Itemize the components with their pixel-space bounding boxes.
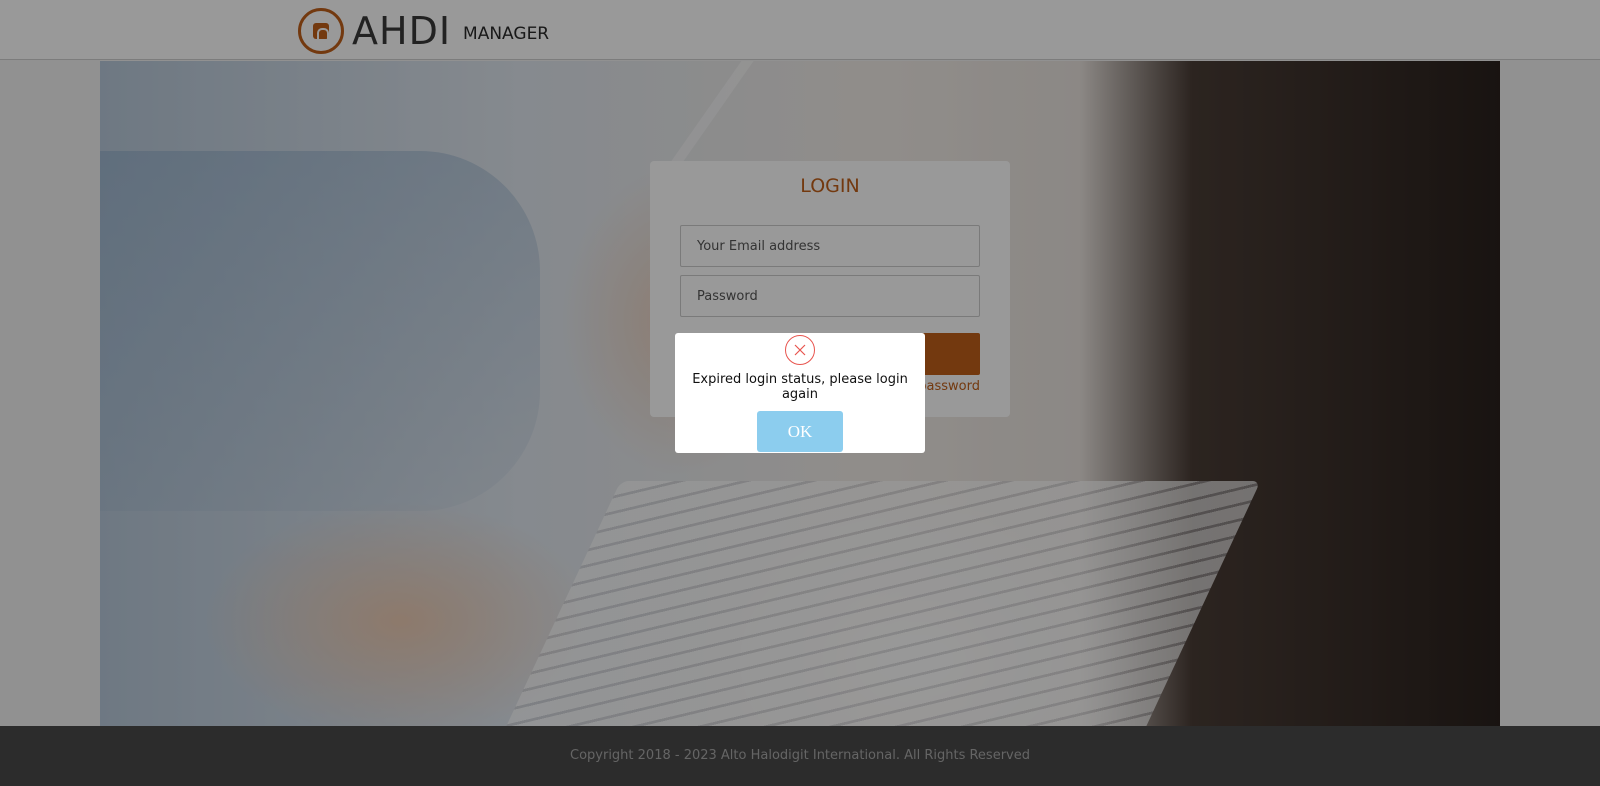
- error-x-icon: [785, 335, 815, 365]
- ok-button[interactable]: OK: [757, 411, 843, 452]
- alert-dialog: Expired login status, please login again…: [675, 333, 925, 453]
- alert-message: Expired login status, please login again: [692, 372, 908, 402]
